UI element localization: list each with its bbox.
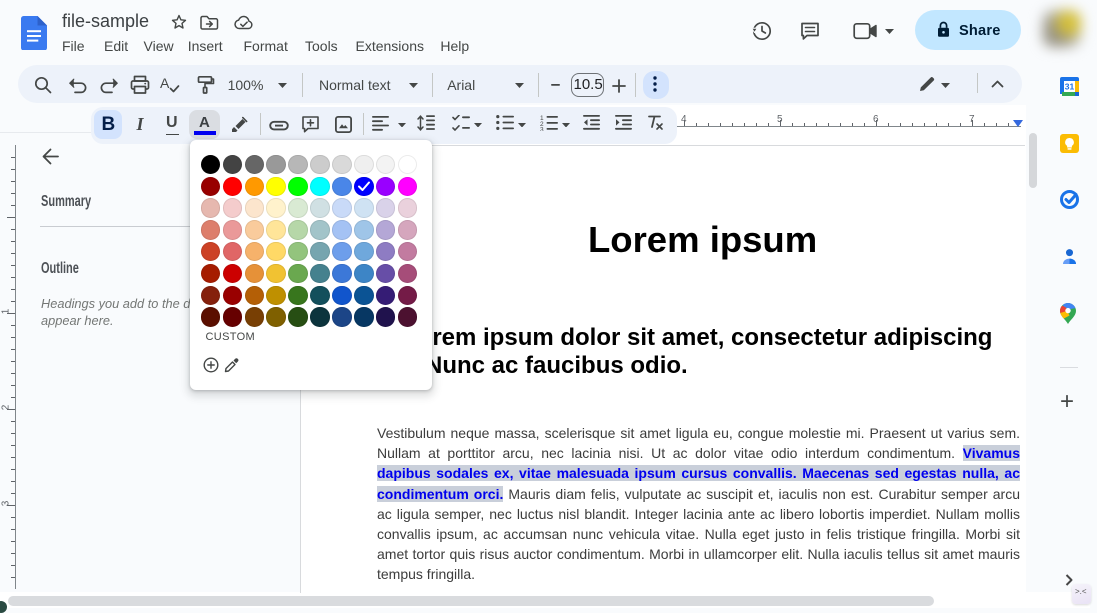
svg-text:A: A bbox=[160, 75, 170, 91]
svg-text:3: 3 bbox=[540, 127, 544, 132]
svg-text:31: 31 bbox=[1064, 82, 1074, 92]
